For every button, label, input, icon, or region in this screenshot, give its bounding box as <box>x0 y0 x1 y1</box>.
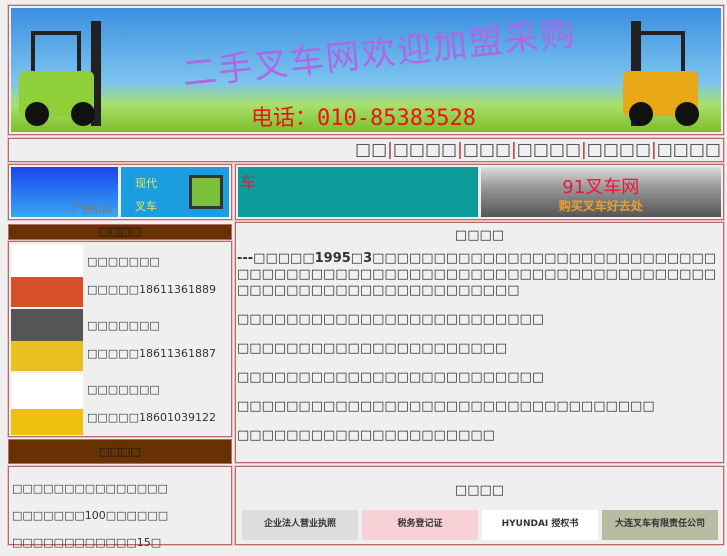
ad-banner-91forklift[interactable]: 91叉车网 购买叉车好去处 <box>480 167 721 217</box>
nav-item-1[interactable]: □□□□ <box>393 140 457 160</box>
cert-image[interactable]: 税务登记证 <box>362 510 478 540</box>
ad-text-1: 现代 <box>135 177 157 190</box>
product-name[interactable]: □□□□□□□ <box>87 312 216 340</box>
section-title: □□□□ <box>454 228 505 243</box>
list-item[interactable]: □□□□□□□ □□□□□18611361887 <box>11 308 229 372</box>
ad-row-right: 车 91叉车网 购买叉车好去处 <box>235 164 724 220</box>
nav-item-3[interactable]: □□□□ <box>517 140 581 160</box>
ad-yard-subtitle: 购买叉车好去处 <box>558 199 643 213</box>
nav-item-4[interactable]: □□□□ <box>587 140 651 160</box>
cert-image[interactable]: 企业法人营业执照 <box>242 510 358 540</box>
ad-yard-title: 91叉车网 <box>562 177 640 198</box>
ad-text-2: 叉车 <box>135 200 157 213</box>
banner-image: 二手叉车网欢迎加盟采购 电话：010-85383528 <box>11 8 721 132</box>
sidebar-header-contact: □□□□ <box>8 439 232 464</box>
intro-paragraph: □□□□□□□□□□□□□□□□□□□□□□□□□□□□□□□□□□ <box>237 399 655 414</box>
banner: 二手叉车网欢迎加盟采购 电话：010-85383528 <box>8 5 724 135</box>
forklift-icon <box>189 175 223 209</box>
cert-image[interactable]: 大连叉车有限责任公司 <box>602 510 718 540</box>
product-thumbnail[interactable] <box>11 309 83 371</box>
product-list: □□□□□□□ □□□□□18611361889 □□□□□□□ □□□□□1861… <box>8 241 232 437</box>
product-name[interactable]: □□□□□□□ <box>87 248 216 276</box>
list-item[interactable]: □□□□□□□ □□□□□18601039122 <box>11 372 229 436</box>
product-phone: □□□□□18601039122 <box>87 411 216 424</box>
product-phone: □□□□□18611361889 <box>87 283 216 296</box>
product-thumbnail[interactable] <box>11 245 83 307</box>
ad-banner-teal[interactable]: 车 <box>238 167 478 217</box>
section-title: □□□□ <box>454 483 505 498</box>
ad-teal-text: 车 <box>240 173 257 192</box>
product-phone: □□□□□18611361887 <box>87 347 216 360</box>
company-intro: □□□□ ---□□□□□1995□3□□□□□□□□□□□□□□□□□□□□□… <box>235 222 724 463</box>
cert-image[interactable]: HYUNDAI 授权书 <box>482 510 598 540</box>
product-thumbnail[interactable] <box>11 373 83 435</box>
banner-slogan: 二手叉车网欢迎加盟采购 <box>180 13 579 95</box>
contact-line: □□□□□□□□□□□□15□ <box>12 536 162 549</box>
intro-paragraph: ---□□□□□1995□3□□□□□□□□□□□□□□□□□□□□□□□□□□… <box>237 251 717 298</box>
contact-line: □□□□□□□□□□□□□□□ <box>12 482 168 495</box>
intro-paragraph: □□□□□□□□□□□□□□□□□□□□□□□□□ <box>237 312 545 327</box>
ad-banner-palm[interactable]: 广告招商 <box>11 167 118 217</box>
contact-info: □□□□□□□□□□□□□□□ □□□□□□□100□□□□□□ □□□□□□□… <box>8 466 232 549</box>
banner-phone: 电话：010-85383528 <box>251 106 476 131</box>
contact-line: □□□□□□□100□□□□□□ <box>12 509 169 522</box>
ad-label: 广告招商 <box>72 205 112 216</box>
ad-banner-hyundai[interactable]: 现代 叉车 <box>121 167 229 217</box>
honors-section: □□□□ 企业法人营业执照 税务登记证 HYUNDAI 授权书 大连叉车有限责任… <box>235 466 724 545</box>
intro-paragraph: □□□□□□□□□□□□□□□□□□□□□□□□□ <box>237 370 545 385</box>
main-nav: □□|□□□□|□□□|□□□□|□□□□|□□□□ <box>8 138 724 162</box>
forklift-green-image <box>19 21 109 126</box>
list-item[interactable]: □□□□□□□ □□□□□18611361889 <box>11 244 229 308</box>
intro-paragraph: □□□□□□□□□□□□□□□□□□□□□ <box>237 428 495 443</box>
nav-item-5[interactable]: □□□□ <box>657 140 721 160</box>
ad-row-left: 广告招商 现代叉车 <box>8 164 232 220</box>
product-name[interactable]: □□□□□□□ <box>87 376 216 404</box>
intro-paragraph: □□□□□□□□□□□□□□□□□□□□□□ <box>237 341 508 356</box>
forklift-yellow-image <box>623 21 713 126</box>
nav-item-0[interactable]: □□ <box>355 140 387 160</box>
sidebar-header-products: □□□□ <box>8 224 232 240</box>
nav-item-2[interactable]: □□□ <box>463 140 511 160</box>
